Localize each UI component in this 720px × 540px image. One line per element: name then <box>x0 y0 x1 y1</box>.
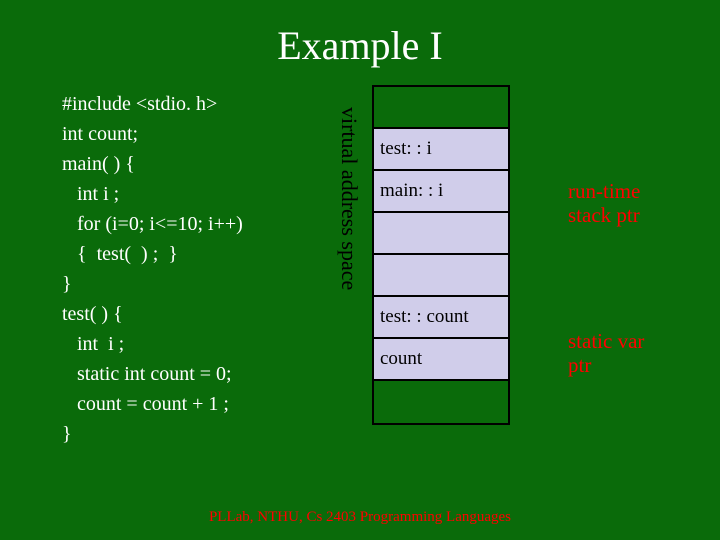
content-area: #include <stdio. h> int count; main( ) {… <box>0 69 720 509</box>
static-var-ptr-label: static var ptr <box>568 329 644 377</box>
stack-cell <box>374 381 508 423</box>
code-line: { test( ) ; } <box>62 239 243 269</box>
stack-cell <box>374 255 508 297</box>
code-line: test( ) { <box>62 299 243 329</box>
stack-cell <box>374 213 508 255</box>
stack-cell-count: count <box>374 339 508 381</box>
code-line: static int count = 0; <box>62 359 243 389</box>
annotation-line: stack ptr <box>568 203 640 227</box>
code-block: #include <stdio. h> int count; main( ) {… <box>62 89 243 449</box>
code-line: } <box>62 269 243 299</box>
annotation-line: static var <box>568 329 644 353</box>
code-line: int count; <box>62 119 243 149</box>
stack-cell-test-i: test: : i <box>374 129 508 171</box>
footer-text: PLLab, NTHU, Cs 2403 Programming Languag… <box>0 509 720 526</box>
code-line: #include <stdio. h> <box>62 89 243 119</box>
annotation-line: ptr <box>568 353 644 377</box>
memory-stack: test: : i main: : i test: : count count <box>372 85 510 425</box>
stack-cell <box>374 87 508 129</box>
code-line: int i ; <box>62 329 243 359</box>
code-line: } <box>62 419 243 449</box>
virtual-address-space-label: virtual address space <box>336 107 362 290</box>
runtime-stack-ptr-label: run-time stack ptr <box>568 179 640 227</box>
code-line: int i ; <box>62 179 243 209</box>
slide-title: Example I <box>0 0 720 69</box>
stack-cell-main-i: main: : i <box>374 171 508 213</box>
code-line: count = count + 1 ; <box>62 389 243 419</box>
code-line: for (i=0; i<=10; i++) <box>62 209 243 239</box>
annotation-line: run-time <box>568 179 640 203</box>
code-line: main( ) { <box>62 149 243 179</box>
stack-cell-test-count: test: : count <box>374 297 508 339</box>
